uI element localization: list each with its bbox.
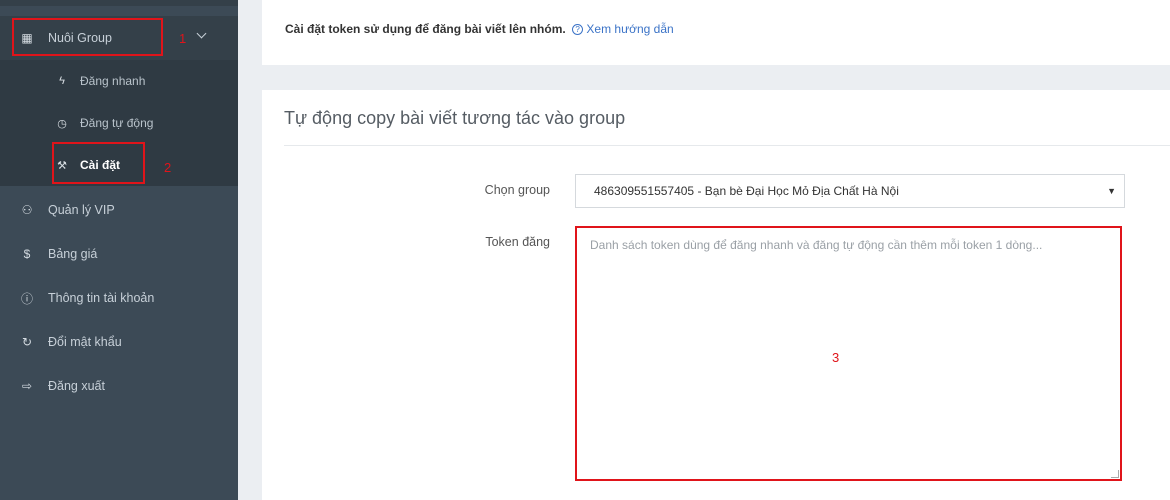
sidebar-item-thong-tin-tai-khoan[interactable]: ⓘ Thông tin tài khoản	[0, 276, 238, 320]
info-card: Cài đặt token sử dụng để đăng bài viết l…	[262, 0, 1170, 65]
divider	[284, 145, 1170, 146]
submenu-item-dang-nhanh[interactable]: ϟ Đăng nhanh	[0, 60, 238, 102]
caret-down-icon: ▼	[1107, 186, 1116, 196]
token-textarea[interactable]: Danh sách token dùng để đăng nhanh và đă…	[575, 226, 1122, 481]
clock-icon: ◷	[57, 117, 67, 130]
help-icon[interactable]: ?	[572, 24, 584, 35]
group-select[interactable]: 486309551557405 - Bạn bè Đại Học Mỏ Địa …	[575, 174, 1125, 208]
form-card: Tự động copy bài viết tương tác vào grou…	[262, 90, 1170, 500]
sidebar-item-label: Đổi mật khẩu	[48, 335, 122, 349]
annotation-label-3: 3	[832, 350, 840, 365]
group-select-label: Chọn group	[484, 183, 550, 197]
help-link[interactable]: Xem hướng dẫn	[586, 22, 673, 36]
annotation-label-1: 1	[179, 31, 187, 46]
sidebar-item-label: Bảng giá	[48, 247, 98, 261]
sidebar-item-dang-xuat[interactable]: ⇨ Đăng xuất	[0, 364, 238, 408]
submenu-item-dang-tu-dong[interactable]: ◷ Đăng tự động	[0, 102, 238, 144]
sidebar-item-label: Đăng xuất	[48, 379, 105, 393]
bolt-icon: ϟ	[59, 75, 65, 87]
group-select-value: 486309551557405 - Bạn bè Đại Học Mỏ Địa …	[594, 184, 899, 198]
info-icon: ⓘ	[20, 291, 33, 306]
sidebar-item-quan-ly-vip[interactable]: ⚇ Quản lý VIP	[0, 188, 238, 232]
logout-icon: ⇨	[21, 379, 33, 393]
sidebar-item-doi-mat-khau[interactable]: ↻ Đổi mật khẩu	[0, 320, 238, 364]
token-label: Token đăng	[485, 235, 550, 249]
annotation-box-2	[52, 142, 145, 184]
resize-handle[interactable]	[1111, 470, 1119, 478]
annotation-label-2: 2	[164, 160, 172, 175]
form-title: Tự động copy bài viết tương tác vào grou…	[284, 108, 626, 128]
sidebar-item-label: Quản lý VIP	[48, 203, 115, 217]
info-message: Cài đặt token sử dụng để đăng bài viết l…	[285, 22, 566, 36]
dollar-icon: $	[23, 247, 31, 261]
sidebar-item-label: Thông tin tài khoản	[48, 291, 155, 305]
sidebar-item-bang-gia[interactable]: $ Bảng giá	[0, 232, 238, 276]
sidebar-top-item-partial[interactable]	[0, 0, 238, 6]
sidebar: ▦ Nuôi Group ϟ Đăng nhanh ◷ Đăng tự động…	[0, 0, 238, 500]
token-placeholder: Danh sách token dùng để đăng nhanh và đă…	[590, 238, 1043, 252]
info-text: Cài đặt token sử dụng để đăng bài viết l…	[285, 22, 674, 36]
submenu-item-label: Đăng tự động	[80, 116, 154, 130]
refresh-icon: ↻	[21, 335, 33, 349]
submenu-item-label: Đăng nhanh	[80, 74, 146, 88]
user-add-icon: ⚇	[21, 203, 33, 217]
annotation-box-1	[12, 18, 163, 56]
